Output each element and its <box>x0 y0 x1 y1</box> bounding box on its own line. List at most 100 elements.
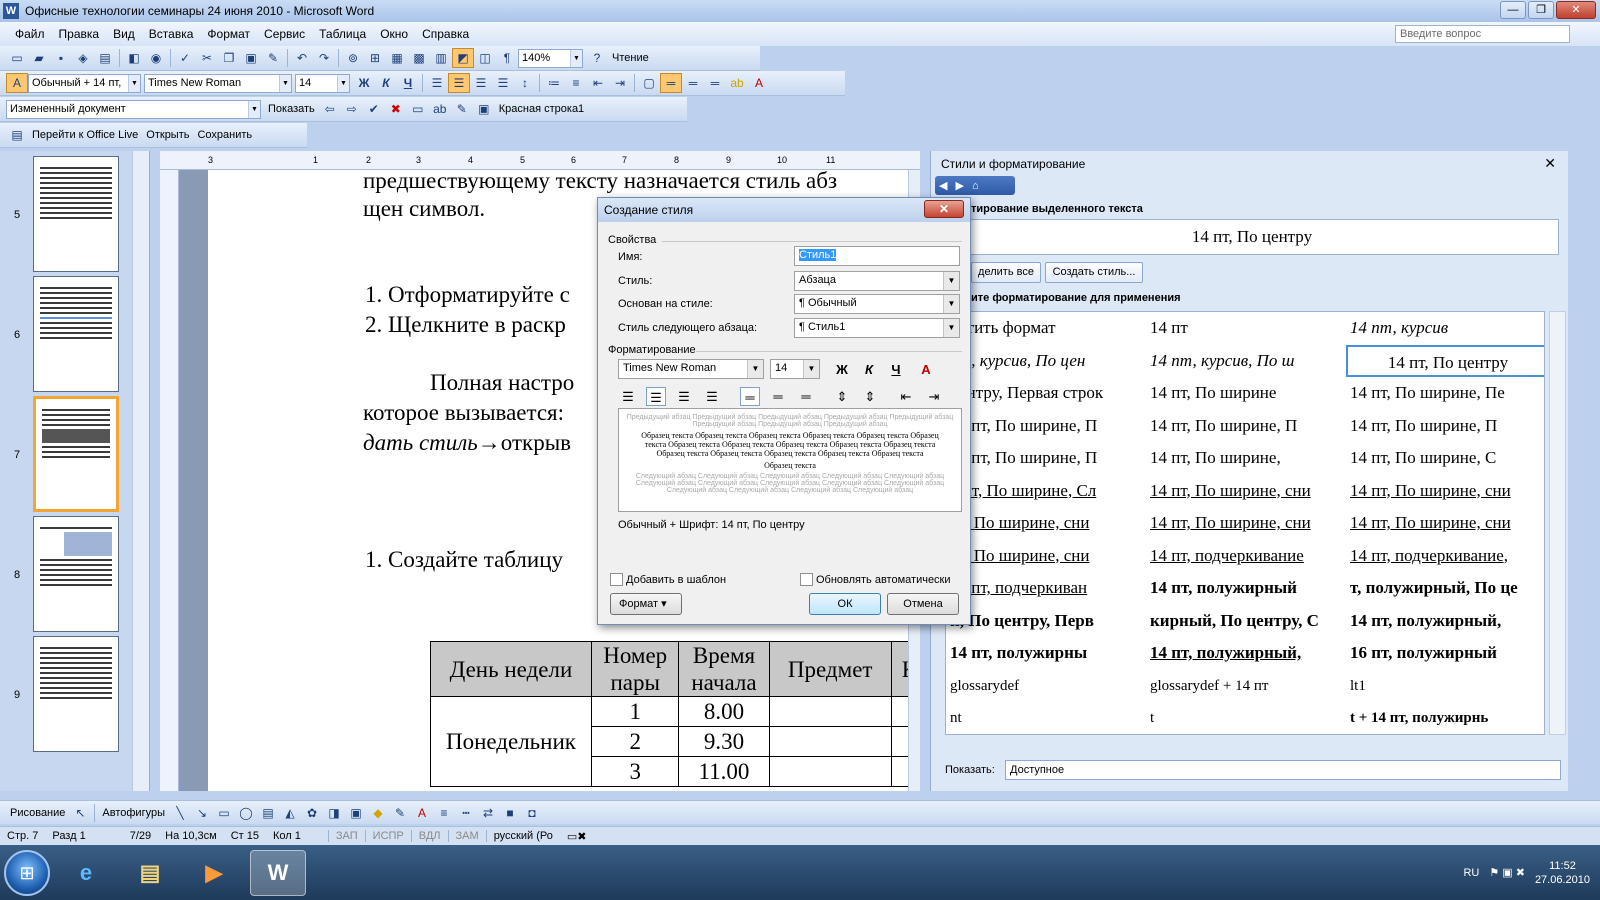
bullets-icon[interactable]: ≡ <box>565 73 587 93</box>
line-icon[interactable]: ═ <box>704 73 726 93</box>
status-trk[interactable]: ИСПР <box>364 830 411 842</box>
based-on-select[interactable]: ¶ Обычный ▼ <box>794 294 960 314</box>
increase-indent-icon[interactable]: ⇥ <box>609 73 631 93</box>
dialog-align-left-icon[interactable]: ☰ <box>618 387 638 406</box>
start-button[interactable]: ⊞ <box>4 849 50 896</box>
tray-icons[interactable]: ⚑ ▣ ✖ <box>1489 866 1525 879</box>
add-to-template-checkbox[interactable] <box>610 573 623 586</box>
decrease-indent-icon[interactable]: ⇤ <box>587 73 609 93</box>
style-list-item[interactable]: 14 пт, По ширине, П <box>946 410 1146 442</box>
style-list-item[interactable]: 14 пт <box>1146 312 1346 344</box>
thumbnail-page[interactable] <box>33 636 119 752</box>
shadow-icon[interactable]: ■ <box>499 803 521 823</box>
dialog-increase-indent-icon[interactable]: ⇥ <box>924 387 944 406</box>
font-size-combo[interactable]: 14 ▼ <box>295 73 350 93</box>
display-for-review-combo[interactable]: Измененный документ ▼ <box>6 99 261 119</box>
minimize-button[interactable]: — <box>1500 1 1526 19</box>
thumbnail-page[interactable] <box>33 156 119 272</box>
menu-insert[interactable]: Вставка <box>142 27 201 41</box>
space-after-icon[interactable]: ⇕ <box>860 387 880 406</box>
style-name-button[interactable]: Красная строка1 <box>495 103 588 115</box>
styles-scrollbar[interactable] <box>1549 311 1566 735</box>
style-list-item[interactable]: 14 пт, По ширине, <box>1146 442 1346 474</box>
style-list-item[interactable]: кирный, По центру, С <box>1146 605 1346 637</box>
ok-button[interactable]: ОК <box>809 593 881 615</box>
font-select[interactable]: Times New Roman ▼ <box>618 359 764 379</box>
style-list-item[interactable]: 14 пт, По центру <box>1346 344 1544 377</box>
fill-color-icon[interactable]: ◆ <box>367 803 389 823</box>
thumbnail-page-selected[interactable] <box>33 396 119 512</box>
font-color-icon[interactable]: A <box>748 73 770 93</box>
style-list-item[interactable]: 14 пт, полужирный, <box>1346 605 1544 637</box>
style-list-item[interactable]: т, полужирный, По це <box>1346 572 1544 604</box>
reviewing-pane-icon[interactable]: ▣ <box>473 99 495 119</box>
new-document-icon[interactable]: ▭ <box>6 48 28 68</box>
style-list-item[interactable]: 14 пт, курсив <box>1346 312 1544 344</box>
home-icon[interactable]: ⌂ <box>972 180 979 192</box>
style-list-item[interactable]: 14 пт, полужирный <box>1146 572 1346 604</box>
accept-change-icon[interactable]: ✔ <box>363 99 385 119</box>
style-list-item[interactable]: 14 пт, По ширине, сни <box>1146 507 1346 539</box>
print-icon[interactable]: ▤ <box>94 48 116 68</box>
style-list-item[interactable]: t + 14 пт, полужирнь <box>1346 702 1544 734</box>
bold-button[interactable]: Ж <box>353 73 375 93</box>
style-list-item[interactable]: 14 пт, По ширине, П <box>946 442 1146 474</box>
explorer-icon[interactable]: ▤ <box>122 850 178 896</box>
line-style-icon[interactable]: ≡ <box>433 803 455 823</box>
numbering-icon[interactable]: ≔ <box>543 73 565 93</box>
font-combo[interactable]: Times New Roman ▼ <box>144 73 292 93</box>
media-player-icon[interactable]: ▶ <box>186 850 242 896</box>
spelling-status-icon[interactable]: ▭✖ <box>560 830 594 843</box>
picture-icon[interactable]: ▣ <box>345 803 367 823</box>
style-list-item[interactable]: пт, По ширине, сни <box>946 507 1146 539</box>
forward-icon[interactable]: ▶ <box>955 179 963 192</box>
menu-window[interactable]: Окно <box>373 27 415 41</box>
style-list-item[interactable]: 14 пт, По ширине, П <box>1346 410 1544 442</box>
dialog-align-right-icon[interactable]: ☰ <box>674 387 694 406</box>
dialog-bold-button[interactable]: Ж <box>832 360 852 379</box>
close-button[interactable]: ✕ <box>1556 1 1596 19</box>
tables-borders-icon[interactable]: ⊞ <box>364 48 386 68</box>
hyperlink-icon[interactable]: ⊚ <box>342 48 364 68</box>
style-list-item[interactable]: 14 пт, По ширине, сни <box>1146 475 1346 507</box>
comment-icon[interactable]: ▭ <box>407 99 429 119</box>
dialog-italic-button[interactable]: К <box>859 360 879 379</box>
style-list-item[interactable]: t <box>1146 702 1346 734</box>
style-list-item[interactable]: lt1 <box>1346 670 1544 702</box>
cut-icon[interactable]: ✂ <box>196 48 218 68</box>
reject-change-icon[interactable]: ✖ <box>385 99 407 119</box>
clipart-icon[interactable]: ◨ <box>323 803 345 823</box>
select-objects-icon[interactable]: ↖ <box>69 803 91 823</box>
style-list-item[interactable]: 14 пт, полужирны <box>946 637 1146 669</box>
line-spacing-icon[interactable]: ↕ <box>514 73 536 93</box>
menu-table[interactable]: Таблица <box>312 27 373 41</box>
auto-update-checkbox[interactable] <box>800 573 813 586</box>
status-ovr[interactable]: ЗАМ <box>447 830 486 842</box>
show-hide-icon[interactable]: ¶ <box>496 48 518 68</box>
style-list-item[interactable]: nt <box>946 702 1146 734</box>
style-list-item[interactable]: 4 пт, По ширине, Сл <box>946 475 1146 507</box>
status-ext[interactable]: ВДЛ <box>410 830 448 842</box>
permission-icon[interactable]: ◈ <box>72 48 94 68</box>
spelling-icon[interactable]: ✓ <box>174 48 196 68</box>
style-list-item[interactable]: 14 пт, По ширине <box>1146 377 1346 409</box>
wordart-icon[interactable]: ◭ <box>279 803 301 823</box>
doc-map-icon[interactable]: ◫ <box>474 48 496 68</box>
align-right-icon[interactable]: ☰ <box>470 73 492 93</box>
style-list-item[interactable]: 16 пт, полужирный <box>1346 637 1544 669</box>
rectangle-tool-icon[interactable]: ▭ <box>213 803 235 823</box>
paste-icon[interactable]: ▣ <box>240 48 262 68</box>
undo-icon[interactable]: ↶ <box>291 48 313 68</box>
show-markup-button[interactable]: Показать <box>264 103 319 115</box>
ask-question-input[interactable]: Введите вопрос <box>1395 25 1570 43</box>
style-list-item[interactable]: 14 пт, полужирный, <box>1146 637 1346 669</box>
thumbnail-page[interactable] <box>33 276 119 392</box>
single-spacing-icon[interactable]: ═ <box>740 387 760 406</box>
dialog-font-color-icon[interactable]: A <box>916 360 936 379</box>
restore-button[interactable]: ❐ <box>1528 1 1554 19</box>
goto-office-live-button[interactable]: Перейти к Office Live <box>28 129 142 141</box>
space-before-icon[interactable]: ⇕ <box>832 387 852 406</box>
style-list-item[interactable]: пт, курсив, По цен <box>946 345 1146 377</box>
next-style-select[interactable]: ¶ Стиль1 ▼ <box>794 318 960 338</box>
italic-button[interactable]: К <box>375 73 397 93</box>
